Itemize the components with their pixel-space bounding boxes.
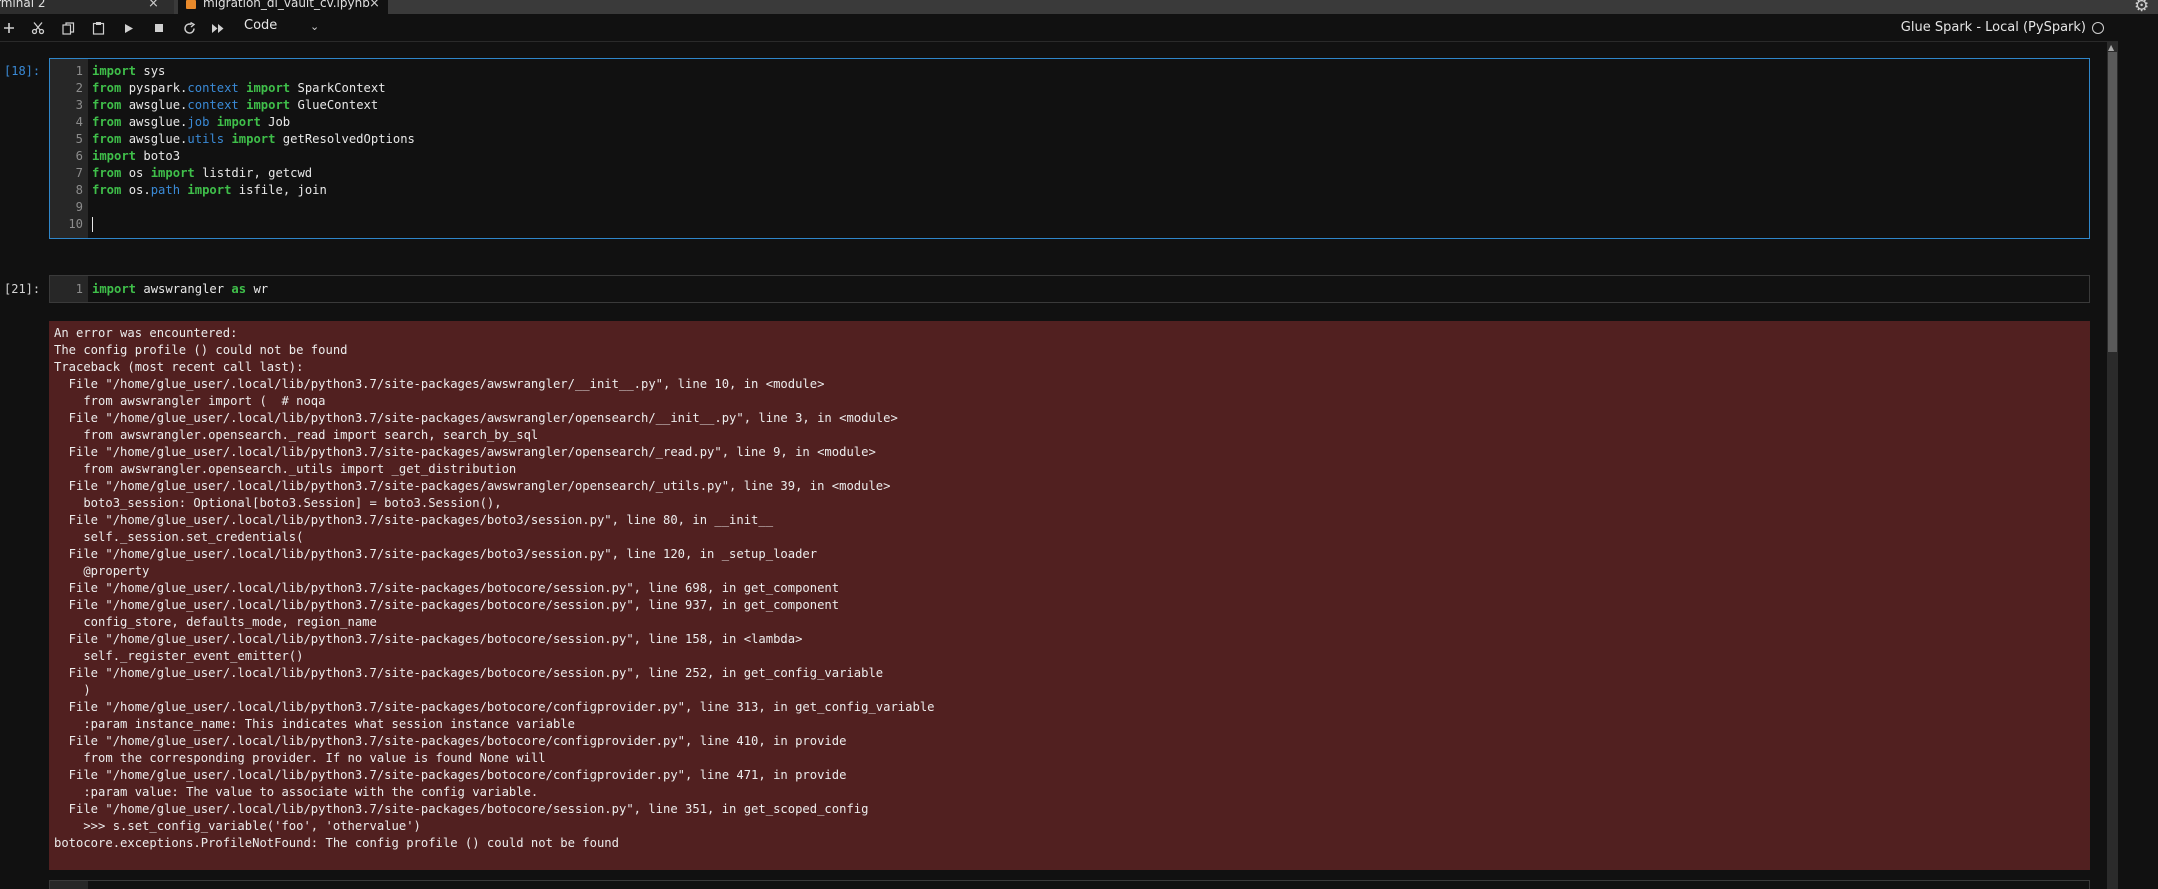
traceback-line: from awswrangler import ( # noqa — [54, 394, 326, 408]
traceback-line: config_store, defaults_mode, region_name — [54, 615, 377, 629]
traceback-line: @property — [54, 564, 150, 578]
gear-icon[interactable]: ⚙ — [2134, 0, 2149, 16]
code-line: 1 import awswrangler as wr — [50, 281, 268, 298]
tab-notebook[interactable]: migration_dl_vault_cv.ipynb × — [178, 0, 388, 14]
code-text: import awswrangler as wr — [92, 282, 269, 296]
traceback-line: self._session.set_credentials( — [54, 530, 304, 544]
line-number: 9 — [75, 200, 83, 214]
scrollbar-thumb[interactable] — [2108, 52, 2117, 352]
code-line: 4 from awsglue.job import Job — [50, 114, 291, 131]
scroll-up-icon[interactable]: ▲ — [2108, 43, 2114, 52]
code-text: from pyspark.context import SparkContext — [92, 81, 386, 95]
traceback-line: from awswrangler.opensearch._read import… — [54, 428, 539, 442]
code-cell[interactable]: 1 import awswrangler as wr — [49, 275, 2090, 303]
traceback-line: File "/home/glue_user/.local/lib/python3… — [54, 479, 891, 493]
chevron-down-icon[interactable]: ⌄ — [310, 20, 319, 33]
code-cell[interactable] — [49, 880, 2090, 889]
code-cell-active[interactable]: 1 import sys 2 from pyspark.context import … — [49, 58, 2090, 239]
code-line: 9 — [50, 199, 83, 216]
line-number: 5 — [75, 132, 83, 146]
paste-icon[interactable] — [89, 19, 107, 37]
execution-count: [18]: — [4, 64, 41, 78]
traceback-line: :param instance_name: This indicates wha… — [54, 717, 575, 731]
notebook-toolbar: Code ⌄ Glue Spark - Local (PySpark) — [0, 14, 2118, 42]
line-number: 1 — [75, 64, 83, 78]
line-number: 2 — [75, 81, 83, 95]
text-cursor — [92, 217, 93, 232]
kernel-name: Glue Spark - Local (PySpark) — [1900, 20, 2086, 35]
copy-icon[interactable] — [59, 19, 77, 37]
traceback-line: :param value: The value to associate wit… — [54, 785, 539, 799]
restart-icon[interactable] — [180, 19, 198, 37]
line-number-gutter — [50, 881, 88, 889]
code-text: from awsglue.job import Job — [92, 115, 291, 129]
traceback-line: File "/home/glue_user/.local/lib/python3… — [54, 581, 840, 595]
line-number: 8 — [75, 183, 83, 197]
traceback-line: File "/home/glue_user/.local/lib/python3… — [54, 768, 847, 782]
line-number: 7 — [75, 166, 83, 180]
traceback-line: File "/home/glue_user/.local/lib/python3… — [54, 445, 876, 459]
line-number: 1 — [75, 282, 83, 296]
traceback-line: File "/home/glue_user/.local/lib/python3… — [54, 513, 774, 527]
traceback-line: File "/home/glue_user/.local/lib/python3… — [54, 598, 840, 612]
traceback-line: File "/home/glue_user/.local/lib/python3… — [54, 411, 898, 425]
traceback-line: File "/home/glue_user/.local/lib/python3… — [54, 734, 847, 748]
traceback-line: File "/home/glue_user/.local/lib/python3… — [54, 377, 825, 391]
tab-label: migration_dl_vault_cv.ipynb — [203, 0, 370, 10]
close-icon[interactable]: × — [148, 0, 159, 11]
traceback-line: File "/home/glue_user/.local/lib/python3… — [54, 547, 818, 561]
code-text — [92, 216, 93, 233]
code-line: 5 from awsglue.utils import getResolvedOp… — [50, 131, 415, 148]
code-line: 10 — [50, 216, 93, 233]
notebook-icon — [186, 0, 196, 9]
traceback-line: Traceback (most recent call last): — [54, 360, 304, 374]
traceback-line: botocore.exceptions.ProfileNotFound: The… — [54, 836, 619, 850]
traceback-line: File "/home/glue_user/.local/lib/python3… — [54, 802, 869, 816]
run-icon[interactable] — [120, 19, 138, 37]
traceback-line: File "/home/glue_user/.local/lib/python3… — [54, 632, 803, 646]
code-line: 1 import sys — [50, 63, 166, 80]
traceback-line: The config profile () could not be found — [54, 343, 348, 357]
traceback-line: File "/home/glue_user/.local/lib/python3… — [54, 700, 935, 714]
fast-forward-icon[interactable] — [209, 19, 227, 37]
traceback-line: from awswrangler.opensearch._utils impor… — [54, 462, 517, 476]
add-icon[interactable] — [0, 19, 18, 37]
tab-label: rminal 2 — [0, 0, 46, 10]
cut-icon[interactable] — [29, 19, 47, 37]
code-line: 8 from os.path import isfile, join — [50, 182, 327, 199]
code-text: import boto3 — [92, 149, 181, 163]
line-number: 10 — [68, 217, 83, 231]
traceback-line: An error was encountered: — [54, 326, 238, 340]
execution-count: [21]: — [4, 282, 41, 296]
vertical-scrollbar[interactable]: ▲ — [2107, 42, 2118, 889]
kernel-indicator[interactable]: Glue Spark - Local (PySpark) — [1901, 20, 2104, 35]
error-output: An error was encountered: The config prof… — [49, 321, 2090, 870]
code-line: 2 from pyspark.context import SparkContex… — [50, 80, 386, 97]
traceback-line: ) — [54, 683, 91, 697]
traceback-line: boto3_session: Optional[boto3.Session] =… — [54, 496, 502, 510]
tab-bar: rminal 2 × migration_dl_vault_cv.ipynb ×… — [0, 0, 2158, 16]
line-number: 6 — [75, 149, 83, 163]
code-line: 6 import boto3 — [50, 148, 180, 165]
code-text: from os import listdir, getcwd — [92, 166, 313, 180]
code-text: from awsglue.context import GlueContext — [92, 98, 379, 112]
line-number: 3 — [75, 98, 83, 112]
traceback-text: An error was encountered: The config prof… — [54, 325, 935, 852]
close-icon[interactable]: × — [369, 0, 380, 11]
cell-type-select[interactable]: Code — [244, 18, 277, 33]
code-text: from awsglue.utils import getResolvedOpt… — [92, 132, 415, 146]
code-line: 7 from os import listdir, getcwd — [50, 165, 313, 182]
tab-terminal[interactable]: rminal 2 × — [0, 0, 174, 14]
traceback-line: self._register_event_emitter() — [54, 649, 304, 663]
kernel-status-icon — [2092, 21, 2104, 34]
stop-icon[interactable] — [150, 19, 168, 37]
code-text: import sys — [92, 64, 166, 78]
traceback-line: File "/home/glue_user/.local/lib/python3… — [54, 666, 884, 680]
traceback-line: >>> s.set_config_variable('foo', 'otherv… — [54, 819, 421, 833]
code-line: 3 from awsglue.context import GlueContext — [50, 97, 379, 114]
traceback-line: from the corresponding provider. If no v… — [54, 751, 546, 765]
code-text: from os.path import isfile, join — [92, 183, 327, 197]
line-number: 4 — [75, 115, 83, 129]
